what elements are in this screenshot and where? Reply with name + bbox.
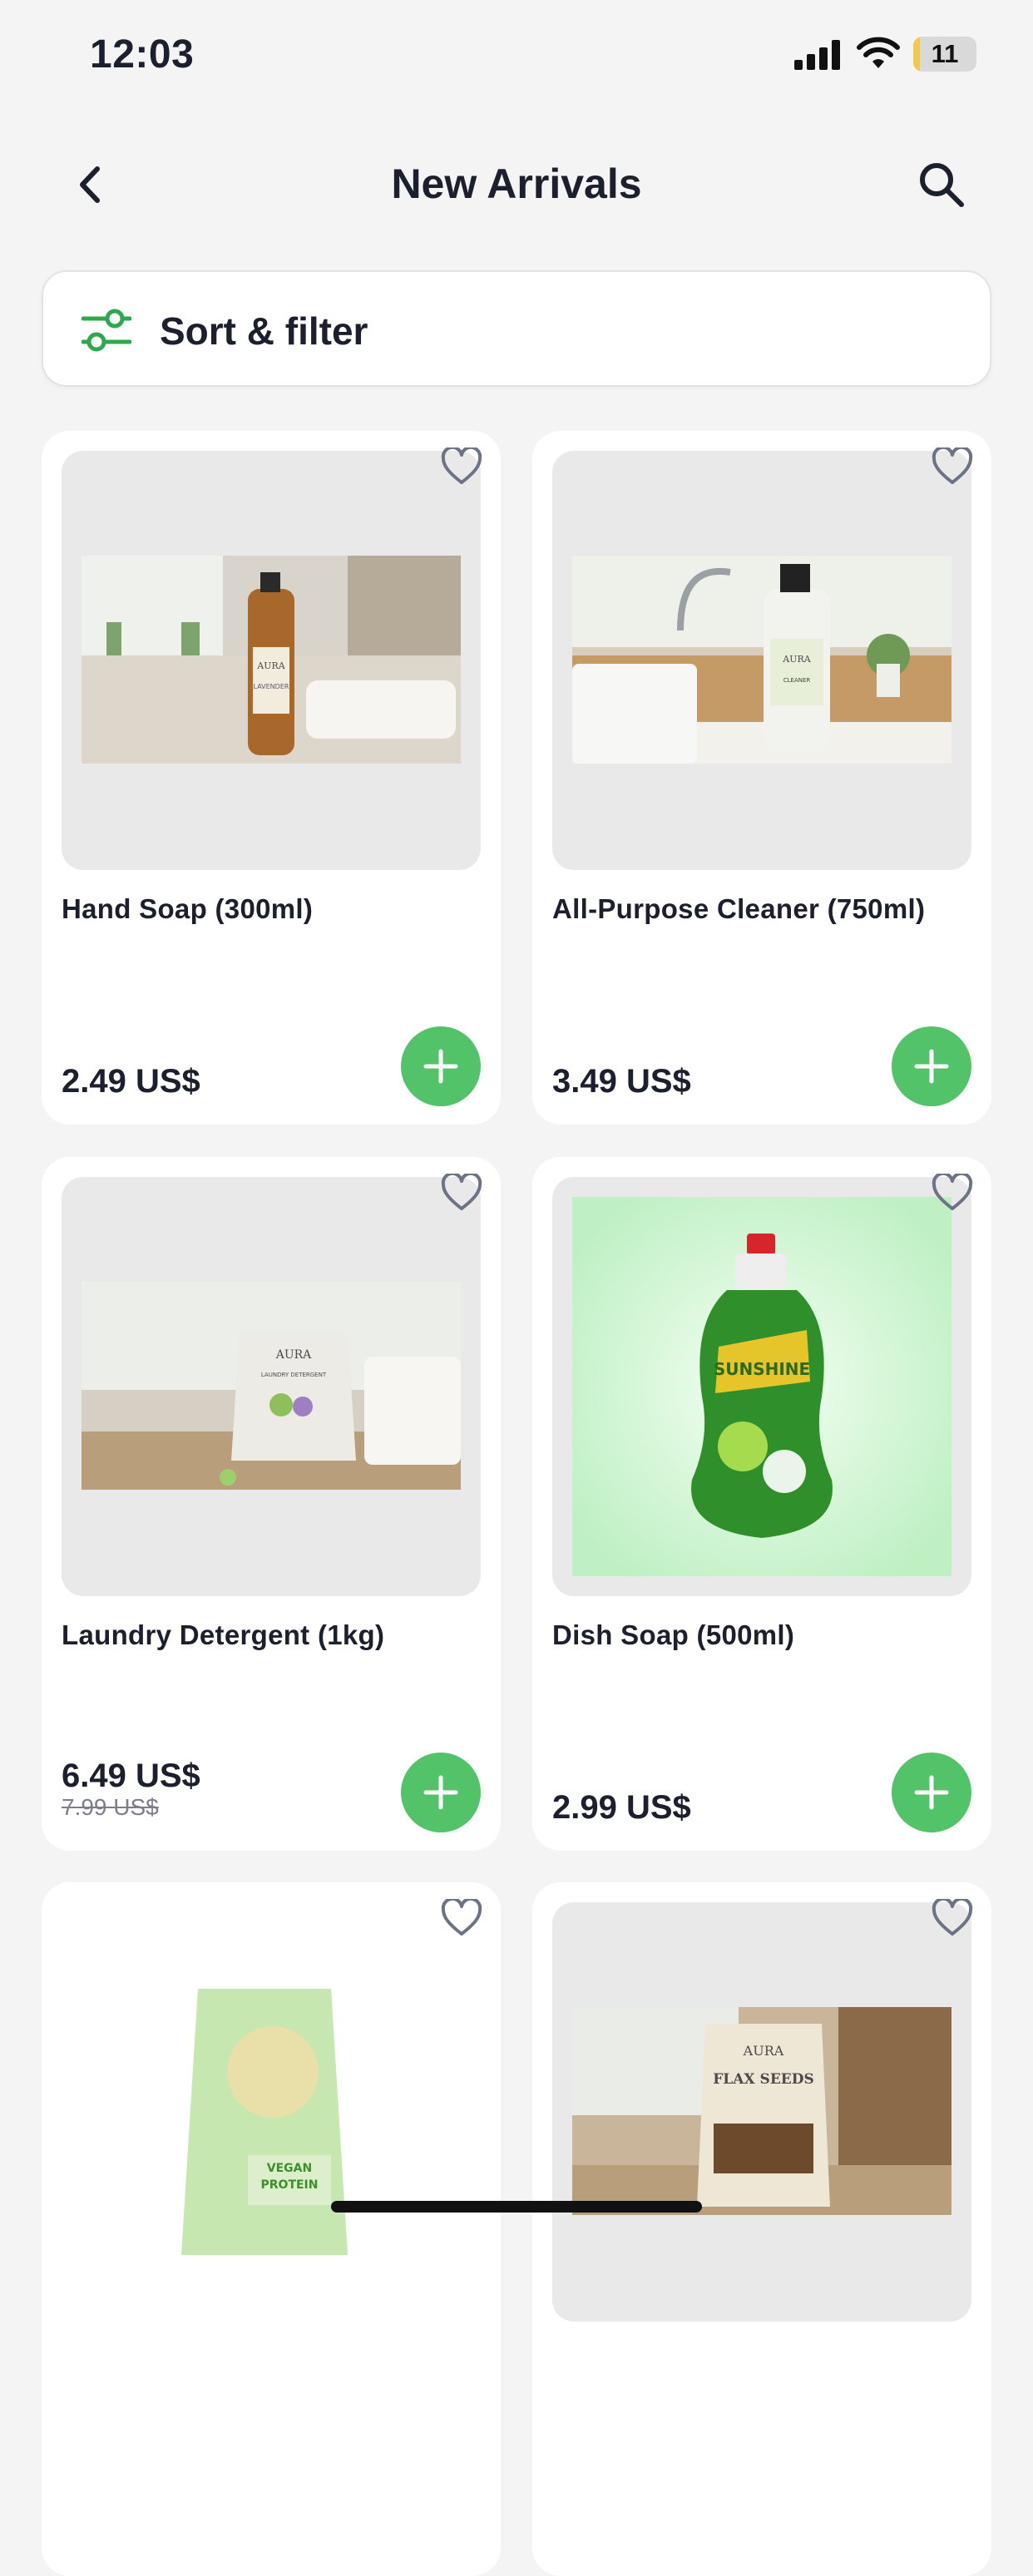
product-image-frame: VEGAN PROTEIN <box>62 1902 481 2321</box>
product-card[interactable]: VEGAN PROTEIN <box>42 1882 501 2576</box>
favorite-heart-icon[interactable] <box>932 1174 973 1212</box>
svg-text:CLEANER: CLEANER <box>783 677 811 684</box>
product-name: Dish Soap (500ml) <box>552 1619 795 1650</box>
plus-icon <box>914 1775 949 1810</box>
svg-text:LAVENDER: LAVENDER <box>254 683 289 690</box>
sliders-icon <box>82 309 131 352</box>
product-name: Hand Soap (300ml) <box>62 893 314 924</box>
product-photo: SUNSHINE <box>572 1197 951 1576</box>
plus-icon <box>423 1049 458 1084</box>
product-price: 3.49 US$ <box>552 1063 691 1100</box>
svg-text:LAUNDRY DETERGENT: LAUNDRY DETERGENT <box>261 1372 327 1378</box>
favorite-heart-icon[interactable] <box>441 1174 482 1212</box>
product-price: 2.99 US$ <box>552 1789 691 1826</box>
sort-filter-label: Sort & filter <box>160 309 368 353</box>
favorite-heart-icon[interactable] <box>441 447 482 486</box>
favorite-heart-icon[interactable] <box>441 1899 482 1937</box>
search-button[interactable] <box>915 158 968 211</box>
product-price: 6.49 US$ <box>62 1758 200 1794</box>
product-card[interactable]: AURA LAVENDER Hand Soap (300ml) 2.49 US$ <box>42 431 501 1125</box>
product-photo: VEGAN PROTEIN <box>82 1922 461 2302</box>
add-to-cart-button[interactable] <box>892 1753 971 1832</box>
cellular-signal-icon <box>794 40 840 70</box>
battery-icon: 11 <box>913 37 976 72</box>
product-photo: AURA LAVENDER <box>82 556 461 764</box>
sort-filter-button[interactable]: Sort & filter <box>42 270 991 387</box>
plus-icon <box>423 1775 458 1810</box>
add-to-cart-button[interactable] <box>401 1026 481 1106</box>
product-name: All-Purpose Cleaner (750ml) <box>552 893 926 924</box>
svg-text:FLAX SEEDS: FLAX SEEDS <box>713 2071 814 2088</box>
product-old-price: 7.99 US$ <box>62 1794 159 1820</box>
svg-text:AURA: AURA <box>743 2043 784 2059</box>
battery-percent: 11 <box>931 39 959 68</box>
wifi-icon <box>857 37 900 68</box>
svg-text:PROTEIN: PROTEIN <box>261 2178 319 2192</box>
favorite-heart-icon[interactable] <box>932 447 973 486</box>
product-photo: AURA CLEANER <box>572 556 951 764</box>
product-card[interactable]: AURA FLAX SEEDS <box>532 1882 991 2576</box>
search-icon <box>920 163 964 207</box>
svg-text:AURA: AURA <box>275 1348 312 1362</box>
product-price: 2.49 US$ <box>62 1063 200 1100</box>
add-to-cart-button[interactable] <box>401 1753 481 1832</box>
product-image-frame: AURA CLEANER <box>552 451 971 870</box>
svg-text:AURA: AURA <box>256 660 285 671</box>
svg-text:SUNSHINE: SUNSHINE <box>714 1359 810 1379</box>
svg-text:VEGAN: VEGAN <box>267 2162 312 2175</box>
product-name: Laundry Detergent (1kg) <box>62 1619 385 1650</box>
svg-text:AURA: AURA <box>782 654 811 665</box>
page-title: New Arrivals <box>391 161 642 207</box>
plus-icon <box>914 1049 949 1084</box>
status-time: 12:03 <box>90 32 195 77</box>
product-image-frame: SUNSHINE <box>552 1177 971 1596</box>
product-card[interactable]: SUNSHINE Dish Soap (500ml) 2.99 US$ <box>532 1157 991 1851</box>
product-card[interactable]: AURA LAUNDRY DETERGENT Laundry Detergent… <box>42 1157 501 1851</box>
home-indicator[interactable] <box>331 2201 702 2213</box>
add-to-cart-button[interactable] <box>892 1026 971 1106</box>
nav-bar: New Arrivals <box>0 141 1033 228</box>
product-image-frame: AURA LAUNDRY DETERGENT <box>62 1177 481 1596</box>
status-bar: 12:03 11 <box>0 0 1033 116</box>
favorite-heart-icon[interactable] <box>932 1899 973 1937</box>
product-photo: AURA FLAX SEEDS <box>572 2007 951 2215</box>
product-photo: AURA LAUNDRY DETERGENT <box>82 1282 461 1490</box>
product-card[interactable]: AURA CLEANER All-Purpose Cleaner (750ml)… <box>532 431 991 1125</box>
product-image-frame: AURA FLAX SEEDS <box>552 1902 971 2321</box>
product-image-frame: AURA LAVENDER <box>62 451 481 870</box>
